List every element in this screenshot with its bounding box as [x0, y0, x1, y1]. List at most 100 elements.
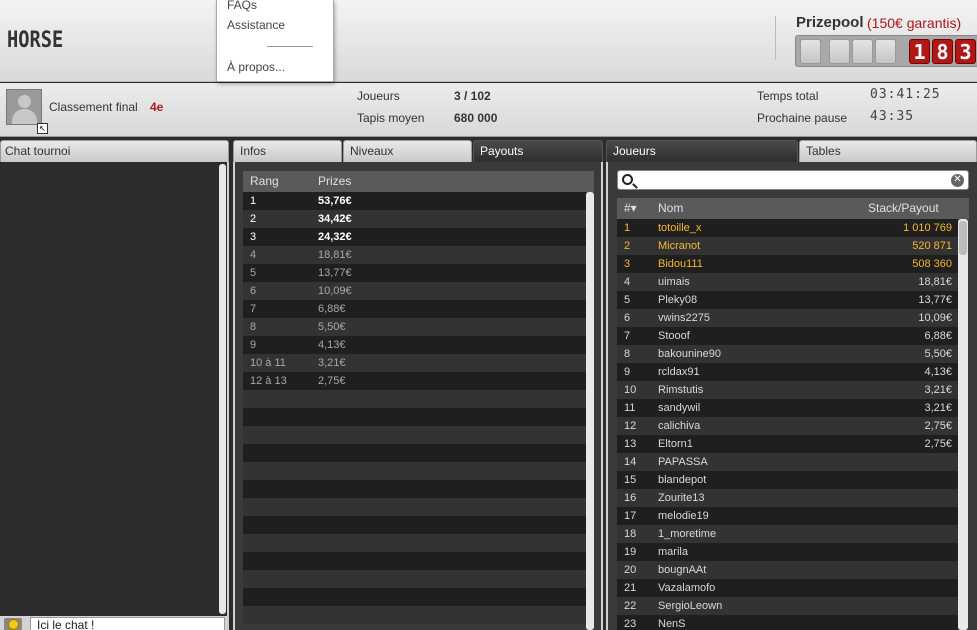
player-name: uimais [658, 276, 690, 288]
player-row[interactable]: 16 Zourite13 [617, 489, 958, 507]
player-stack: 2,75€ [924, 438, 952, 450]
player-row[interactable]: 1 totoille_x 1 010 769 [617, 219, 958, 237]
player-rank: 10 [624, 384, 637, 396]
payout-rank: 2 [250, 213, 257, 225]
player-row[interactable]: 18 1_moretime [617, 525, 958, 543]
player-name: Micranot [658, 240, 701, 252]
table-row [243, 480, 586, 498]
payout-prize: 3,21€ [318, 357, 346, 369]
chat-input[interactable]: Ici le chat ! [30, 617, 225, 630]
player-row[interactable]: 5 Pleky08 13,77€ [617, 291, 958, 309]
player-row[interactable]: 21 Vazalamofo [617, 579, 958, 597]
player-rank: 19 [624, 546, 637, 558]
final-rank-value: 4e [150, 100, 164, 114]
player-row[interactable]: 6 vwins2275 10,09€ [617, 309, 958, 327]
player-stack: 520 871 [912, 240, 952, 252]
player-row[interactable]: 23 NenS [617, 615, 958, 630]
player-rank: 16 [624, 492, 637, 504]
player-row[interactable]: 8 bakounine90 5,50€ [617, 345, 958, 363]
table-row [243, 570, 586, 588]
prize-digit: 8 [932, 39, 953, 64]
player-row[interactable]: 17 melodie19 [617, 507, 958, 525]
player-row[interactable]: 10 Rimstutis 3,21€ [617, 381, 958, 399]
player-row[interactable]: 2 Micranot 520 871 [617, 237, 958, 255]
players-tabbar: Joueurs Tables [606, 140, 977, 162]
chat-scrollbar[interactable] [219, 164, 226, 614]
column-header-nom[interactable]: Nom [658, 201, 683, 215]
tab-infos[interactable]: Infos [233, 140, 342, 162]
player-row[interactable]: 14 PAPASSA [617, 453, 958, 471]
player-row[interactable]: 19 marila [617, 543, 958, 561]
menu-item-faqs[interactable]: FAQs [227, 0, 257, 12]
payouts-scrollbar[interactable] [586, 192, 594, 630]
player-name: marila [658, 546, 688, 558]
clear-search-icon[interactable]: ✕ [951, 174, 964, 187]
player-row[interactable]: 15 blandepot [617, 471, 958, 489]
player-name: bougnAAt [658, 564, 707, 576]
player-row[interactable]: 3 Bidou111 508 360 [617, 255, 958, 273]
player-name: Eltorn1 [658, 438, 693, 450]
player-row[interactable]: 11 sandywil 3,21€ [617, 399, 958, 417]
cursor-icon: ↖ [37, 123, 48, 134]
column-header-stack-payout[interactable]: Stack/Payout [868, 201, 939, 215]
player-row[interactable]: 13 Eltorn1 2,75€ [617, 435, 958, 453]
tab-joueurs[interactable]: Joueurs [606, 140, 798, 162]
tab-payouts[interactable]: Payouts [473, 140, 603, 162]
tournament-header: HORSE Prizepool (150€ garantis) 1 8 3 [0, 0, 977, 82]
payout-rank: 10 à 11 [250, 357, 286, 369]
tournament-status-bar: ↖ Classement final 4e Joueurs 3 / 102 Ta… [0, 83, 977, 137]
player-stack: 5,50€ [924, 348, 952, 360]
tab-tables[interactable]: Tables [799, 140, 977, 162]
payout-prize: 24,32€ [318, 231, 352, 243]
players-panel: ✕ #▾ Nom Stack/Payout 1 totoille_x 1 010 7… [606, 162, 977, 630]
player-row[interactable]: 12 calichiva 2,75€ [617, 417, 958, 435]
player-row[interactable]: 22 SergioLeown [617, 597, 958, 615]
players-label: Joueurs [357, 89, 400, 103]
header-divider [775, 16, 776, 60]
payouts-panel: Rang Prizes 1 53,76€ 2 34,42€ 3 24,32€ 4 18,81€… [233, 162, 603, 630]
player-row[interactable]: 7 Stooof 6,88€ [617, 327, 958, 345]
column-header-rank[interactable]: #▾ [624, 201, 637, 215]
player-search-input[interactable] [640, 172, 940, 188]
menu-item-about[interactable]: À propos... [227, 60, 285, 74]
menu-separator [267, 46, 313, 47]
emoji-button[interactable] [4, 618, 22, 630]
avatar[interactable]: ↖ [6, 89, 48, 134]
payout-rank: 3 [250, 231, 257, 243]
avg-stack-label: Tapis moyen [357, 111, 425, 125]
avg-stack-value: 680 000 [454, 111, 498, 125]
avatar-body [12, 109, 37, 124]
payouts-list: 1 53,76€ 2 34,42€ 3 24,32€ 4 18,81€ 5 13,77€ 6 10,0… [243, 192, 586, 624]
player-name: vwins2275 [658, 312, 710, 324]
table-row [243, 552, 586, 570]
player-rank: 14 [624, 456, 637, 468]
player-rank: 3 [624, 258, 631, 270]
payout-rank: 9 [250, 339, 257, 351]
column-header-rang[interactable]: Rang [250, 174, 279, 188]
players-scrollbar-thumb[interactable] [959, 221, 967, 255]
tournament-title: HORSE [7, 28, 64, 53]
column-header-prizes[interactable]: Prizes [318, 174, 351, 188]
payout-prize: 34,42€ [318, 213, 352, 225]
prize-digit: 3 [955, 39, 976, 64]
tab-chat-tournoi[interactable]: Chat tournoi [0, 140, 229, 162]
player-rank: 1 [624, 222, 631, 234]
tab-niveaux[interactable]: Niveaux [343, 140, 472, 162]
player-name: totoille_x [658, 222, 702, 234]
player-row[interactable]: 9 rcldax91 4,13€ [617, 363, 958, 381]
player-rank: 20 [624, 564, 637, 576]
table-row [243, 588, 586, 606]
menu-item-assistance[interactable]: Assistance [227, 18, 285, 32]
table-row: 6 10,09€ [243, 282, 586, 300]
player-row[interactable]: 4 uimais 18,81€ [617, 273, 958, 291]
prize-digit [800, 39, 821, 64]
help-dropdown-menu: FAQs Assistance À propos... [216, 0, 334, 82]
players-scrollbar[interactable] [958, 219, 968, 630]
table-row [243, 426, 586, 444]
prizepool-guarantee: (150€ garantis) [867, 15, 962, 31]
table-row: 1 53,76€ [243, 192, 586, 210]
table-row: 3 24,32€ [243, 228, 586, 246]
player-rank: 7 [624, 330, 631, 342]
player-row[interactable]: 20 bougnAAt [617, 561, 958, 579]
payout-prize: 5,50€ [318, 321, 346, 333]
